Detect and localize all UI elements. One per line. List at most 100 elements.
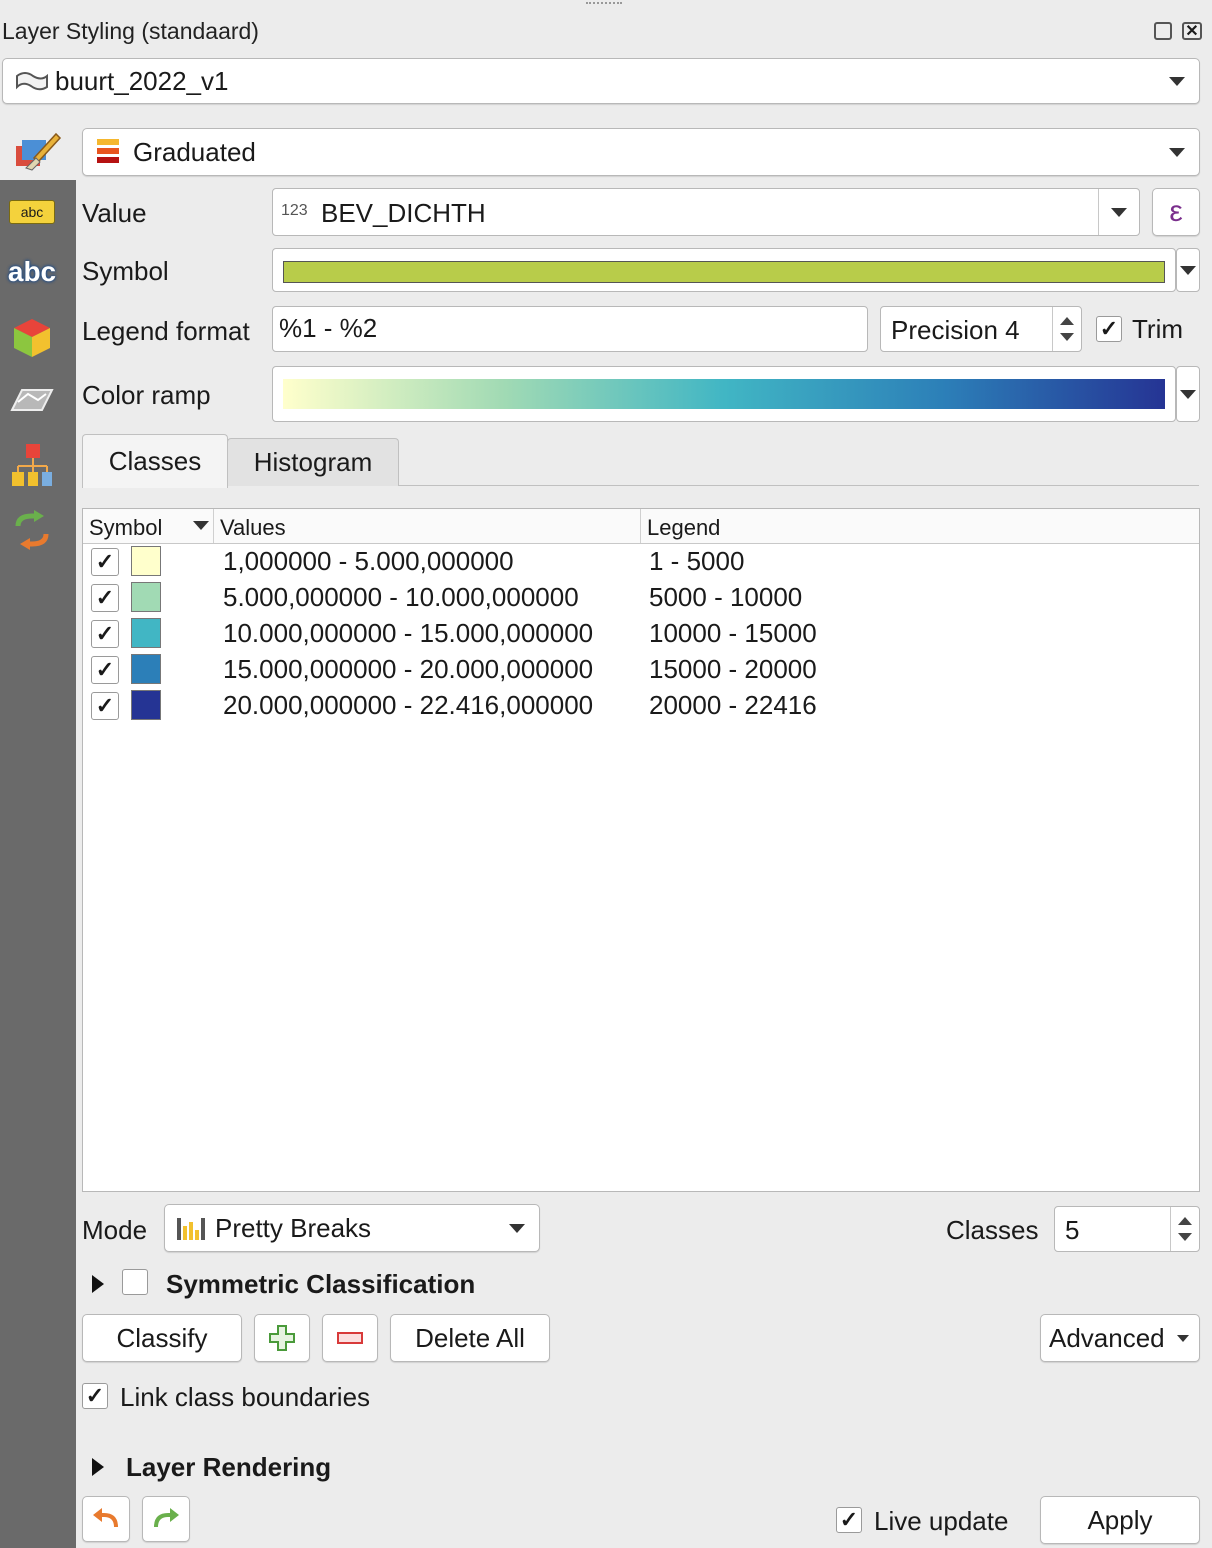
- terrain-icon: [10, 389, 54, 411]
- classes-count-value: 5: [1065, 1215, 1080, 1245]
- class-legend: 5000 - 10000: [649, 582, 803, 612]
- tab-divider: [399, 485, 1199, 486]
- chevron-down-icon: [1180, 390, 1196, 399]
- expand-layer-rendering-icon[interactable]: [92, 1458, 104, 1476]
- renderer-select[interactable]: Graduated: [82, 128, 1200, 176]
- class-color-swatch[interactable]: [131, 582, 161, 612]
- row-checkbox[interactable]: ✓: [91, 584, 119, 612]
- mode-label: Mode: [82, 1215, 148, 1245]
- layer-name: buurt_2022_v1: [55, 65, 229, 96]
- classes-stepper[interactable]: [1170, 1207, 1199, 1251]
- apply-button[interactable]: Apply: [1040, 1496, 1200, 1544]
- undo-history-icon: [15, 510, 49, 550]
- chevron-down-icon: [1111, 208, 1127, 217]
- class-legend: 20000 - 22416: [649, 690, 817, 720]
- expression-button[interactable]: ε: [1152, 188, 1200, 236]
- row-checkbox[interactable]: ✓: [91, 692, 119, 720]
- trim-checkbox[interactable]: ✓: [1096, 316, 1122, 342]
- col-header-symbol[interactable]: Symbol: [83, 509, 214, 543]
- symmetric-checkbox[interactable]: [122, 1269, 148, 1295]
- redo-icon: [154, 1508, 179, 1528]
- chevron-down-icon: [1180, 266, 1196, 275]
- float-icon[interactable]: [1154, 22, 1172, 40]
- undo-button[interactable]: [82, 1496, 130, 1542]
- history-tab[interactable]: [4, 506, 60, 554]
- table-row[interactable]: ✓ 5.000,000000 - 10.000,000000 5000 - 10…: [83, 579, 1199, 615]
- advanced-button[interactable]: Advanced: [1040, 1314, 1200, 1362]
- remove-class-button[interactable]: [322, 1314, 378, 1362]
- value-label: Value: [82, 198, 147, 228]
- link-boundaries-checkbox[interactable]: ✓: [82, 1383, 108, 1409]
- chevron-down-icon: [1169, 77, 1185, 86]
- expand-symmetric-icon[interactable]: [92, 1275, 104, 1293]
- minus-icon: [337, 1332, 363, 1344]
- layer-rendering-label: Layer Rendering: [126, 1452, 332, 1482]
- row-checkbox[interactable]: ✓: [91, 548, 119, 576]
- label-tab[interactable]: abc: [4, 188, 60, 236]
- precision-stepper[interactable]: [1052, 307, 1081, 351]
- value-field-select[interactable]: 123 BEV_DICHTH: [272, 188, 1140, 236]
- paintbrush-icon: [16, 132, 62, 171]
- color-ramp-button[interactable]: [272, 366, 1176, 422]
- symbol-dropdown-button[interactable]: [1176, 248, 1200, 292]
- graduated-icon: [97, 139, 119, 163]
- mask-tab[interactable]: abc: [4, 248, 60, 296]
- classes-count-spinbox[interactable]: 5: [1054, 1206, 1200, 1252]
- row-checkbox[interactable]: ✓: [91, 620, 119, 648]
- tab-histogram[interactable]: Histogram: [227, 438, 399, 486]
- legend-format-input[interactable]: %1 - %2: [272, 306, 868, 352]
- live-update-label: Live update: [874, 1506, 1009, 1536]
- class-color-swatch[interactable]: [131, 618, 161, 648]
- legend-format-label: Legend format: [82, 316, 250, 346]
- diagram-tab[interactable]: [4, 442, 60, 490]
- symbol-button[interactable]: [272, 248, 1176, 292]
- col-header-values[interactable]: Values: [214, 509, 641, 543]
- live-update-checkbox[interactable]: ✓: [836, 1507, 862, 1533]
- arrow-down-icon: [1178, 1233, 1192, 1241]
- table-row[interactable]: ✓ 1,000000 - 5.000,000000 1 - 5000: [83, 543, 1199, 579]
- 3d-view-tab[interactable]: [4, 314, 60, 362]
- tab-classes[interactable]: Classes: [82, 434, 228, 488]
- drag-handle[interactable]: [586, 2, 622, 8]
- col-header-legend[interactable]: Legend: [641, 509, 1199, 543]
- mode-select[interactable]: Pretty Breaks: [164, 1204, 540, 1252]
- layer-select[interactable]: buurt_2022_v1: [2, 58, 1200, 104]
- chevron-down-icon: [1177, 1335, 1189, 1342]
- chevron-down-icon: [1169, 148, 1185, 157]
- undo-icon: [93, 1508, 118, 1528]
- class-values: 1,000000 - 5.000,000000: [223, 546, 514, 576]
- color-ramp-dropdown-button[interactable]: [1176, 366, 1200, 422]
- class-color-swatch[interactable]: [131, 546, 161, 576]
- tab-classes-label: Classes: [108, 446, 202, 476]
- pretty-breaks-icon: [177, 1218, 205, 1240]
- table-row[interactable]: ✓ 20.000,000000 - 22.416,000000 20000 - …: [83, 687, 1199, 723]
- elevation-tab[interactable]: [4, 376, 60, 424]
- precision-spinbox[interactable]: Precision 4: [880, 306, 1082, 352]
- redo-button[interactable]: [142, 1496, 190, 1542]
- value-dropdown-button[interactable]: [1098, 189, 1139, 235]
- chevron-down-icon: [509, 1224, 525, 1233]
- classify-button[interactable]: Classify: [82, 1314, 242, 1362]
- classes-table[interactable]: Symbol Values Legend ✓ 1,000000 - 5.000,…: [82, 508, 1200, 1192]
- arrow-up-icon: [1178, 1217, 1192, 1225]
- numeric-type-icon: 123: [281, 202, 308, 219]
- class-color-swatch[interactable]: [131, 654, 161, 684]
- table-row[interactable]: ✓ 15.000,000000 - 20.000,000000 15000 - …: [83, 651, 1199, 687]
- sidebar: abc abc: [0, 180, 76, 1548]
- color-ramp-preview: [283, 379, 1165, 409]
- symbol-label: Symbol: [82, 256, 169, 286]
- arrow-down-icon: [1060, 333, 1074, 341]
- row-checkbox[interactable]: ✓: [91, 656, 119, 684]
- legend-format-value: %1 - %2: [279, 313, 378, 343]
- close-icon[interactable]: ✕: [1182, 22, 1202, 40]
- class-color-swatch[interactable]: [131, 690, 161, 720]
- trim-label: Trim: [1132, 314, 1184, 344]
- abc-mask-icon: abc: [7, 256, 57, 287]
- delete-all-button[interactable]: Delete All: [390, 1314, 550, 1362]
- add-class-button[interactable]: [254, 1314, 310, 1362]
- side-panel-brush[interactable]: [0, 120, 76, 180]
- cube-3d-icon: [14, 319, 50, 357]
- sort-desc-icon: [193, 521, 209, 530]
- table-row[interactable]: ✓ 10.000,000000 - 15.000,000000 10000 - …: [83, 615, 1199, 651]
- class-legend: 1 - 5000: [649, 546, 745, 576]
